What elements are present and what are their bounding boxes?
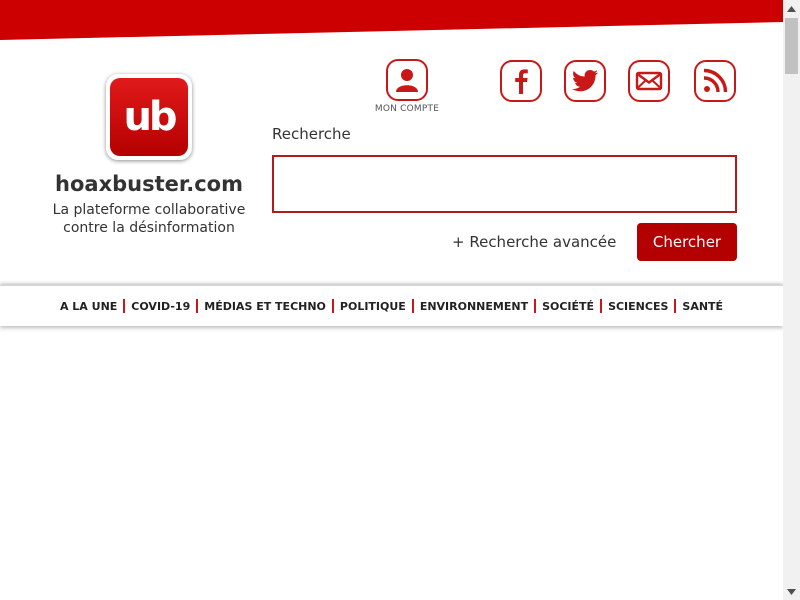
tagline-line-1: La plateforme collaborative: [52, 202, 246, 218]
logo-badge: ub: [110, 78, 188, 156]
email-button[interactable]: [628, 60, 670, 102]
nav-item-a-la-une[interactable]: A LA UNE: [54, 300, 123, 313]
twitter-button[interactable]: [564, 60, 606, 102]
nav-item-environnement[interactable]: ENVIRONNEMENT: [414, 300, 534, 313]
arrow-down-icon: [787, 588, 796, 595]
facebook-icon: [515, 69, 528, 94]
account-label[interactable]: MON COMPTE: [364, 104, 450, 114]
search-input[interactable]: [272, 155, 737, 213]
nav-item-sciences[interactable]: SCIENCES: [602, 300, 674, 313]
envelope-icon: [635, 71, 663, 91]
arrow-up-icon: [787, 5, 796, 12]
twitter-icon: [572, 70, 598, 92]
nav-item-sante[interactable]: SANTÉ: [676, 300, 729, 313]
advanced-search-link[interactable]: + Recherche avancée: [452, 233, 616, 251]
site-name[interactable]: hoaxbuster.com: [40, 172, 258, 196]
facebook-button[interactable]: [500, 60, 542, 102]
logo-text: ub: [123, 94, 177, 140]
search-label: Recherche: [272, 125, 351, 143]
page: ub hoaxbuster.com La plateforme collabor…: [0, 0, 783, 600]
site-logo[interactable]: ub: [106, 74, 192, 160]
user-icon: [396, 69, 418, 92]
vertical-scrollbar[interactable]: [783, 0, 800, 600]
site-tagline: La plateforme collaborative contre la dé…: [40, 201, 258, 237]
scroll-up-arrow[interactable]: [783, 0, 800, 17]
main-nav: A LA UNE COVID-19 MÉDIAS ET TECHNO POLIT…: [0, 285, 783, 326]
scroll-down-arrow[interactable]: [783, 583, 800, 600]
search-button[interactable]: Chercher: [637, 223, 737, 261]
nav-item-politique[interactable]: POLITIQUE: [334, 300, 412, 313]
nav-item-covid-19[interactable]: COVID-19: [125, 300, 196, 313]
top-red-banner: [0, 0, 783, 40]
nav-item-medias-et-techno[interactable]: MÉDIAS ET TECHNO: [198, 300, 332, 313]
nav-item-societe[interactable]: SOCIÉTÉ: [536, 300, 600, 313]
scroll-thumb[interactable]: [785, 18, 798, 74]
rss-icon: [703, 68, 728, 93]
account-button[interactable]: [386, 59, 428, 101]
tagline-line-2: contre la désinformation: [63, 220, 235, 236]
rss-button[interactable]: [694, 60, 736, 102]
